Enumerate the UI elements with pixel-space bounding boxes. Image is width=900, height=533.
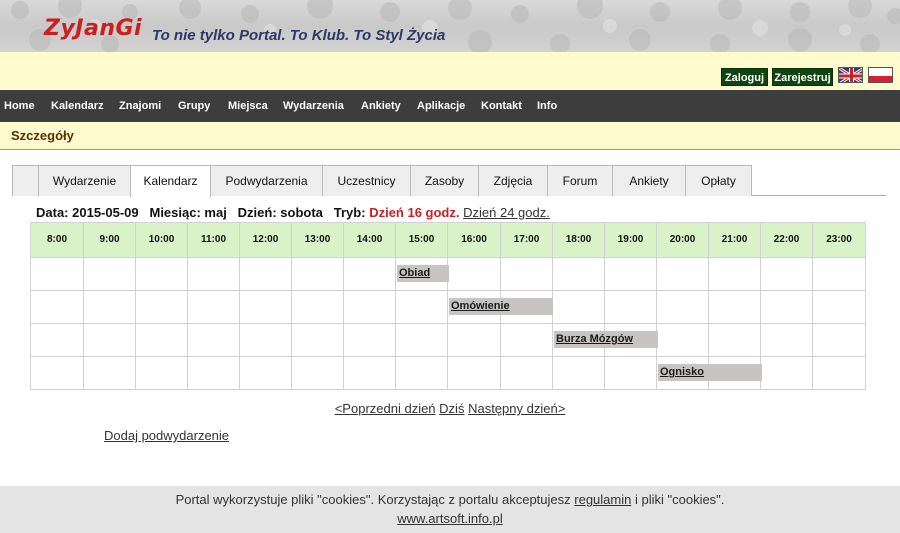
grid-line xyxy=(31,356,865,357)
nav-item-info[interactable]: Info xyxy=(537,90,557,122)
hour-header: 17:00 xyxy=(501,223,553,257)
tab-uczestnicy[interactable]: Uczestnicy xyxy=(322,165,411,196)
nav-item-kontakt[interactable]: Kontakt xyxy=(481,90,522,122)
mode-16h-selected[interactable]: Dzień 16 godz. xyxy=(369,205,459,220)
next-day-link[interactable]: Następny dzień> xyxy=(468,401,565,416)
nav-item-grupy[interactable]: Grupy xyxy=(178,90,210,122)
top-bar: Zaloguj Zarejestruj xyxy=(0,52,900,90)
day-calendar-grid: 8:00 9:00 10:00 11:00 12:00 13:00 14:00 … xyxy=(30,222,866,390)
event-burza-mozgow[interactable]: Burza Mózgów xyxy=(554,331,658,348)
day-navigation: <Poprzedni dzień Dziś Następny dzień> xyxy=(0,401,900,416)
mode-24h-link[interactable]: Dzień 24 godz. xyxy=(463,205,550,220)
tab-kalendarz[interactable]: Kalendarz xyxy=(130,165,211,197)
event-ognisko[interactable]: Ognisko xyxy=(658,364,762,381)
pl-flag-icon[interactable] xyxy=(868,67,893,83)
hour-header: 20:00 xyxy=(657,223,709,257)
nav-item-aplikacje[interactable]: Aplikacje xyxy=(417,90,465,122)
event-obiad[interactable]: Obiad xyxy=(397,265,449,282)
nav-item-miejsca[interactable]: Miejsca xyxy=(228,90,268,122)
tab-bar: Wydarzenie Kalendarz Podwydarzenia Uczes… xyxy=(12,165,886,197)
hour-header: 18:00 xyxy=(553,223,605,257)
date-value: 2015-05-09 xyxy=(72,205,139,220)
hour-header: 10:00 xyxy=(136,223,188,257)
cookies-text-end: i pliki "cookies". xyxy=(634,492,725,507)
event-omowienie[interactable]: Omówienie xyxy=(449,298,553,315)
today-link[interactable]: Dziś xyxy=(439,401,464,416)
hour-header: 9:00 xyxy=(84,223,136,257)
nav-item-home[interactable]: Home xyxy=(4,90,35,122)
grid-line xyxy=(31,323,865,324)
hour-header: 16:00 xyxy=(448,223,501,257)
add-subevent-link[interactable]: Dodaj podwydarzenie xyxy=(104,428,229,443)
cookies-text: Portal wykorzystuje pliki "cookies". Kor… xyxy=(175,492,571,507)
nav-item-ankiety[interactable]: Ankiety xyxy=(361,90,401,122)
grid-line xyxy=(31,290,865,291)
nav-item-wydarzenia[interactable]: Wydarzenia xyxy=(283,90,344,122)
tab-blank[interactable] xyxy=(12,165,39,196)
calendar-info: Data: 2015-05-09 Miesiąc: maj Dzień: sob… xyxy=(36,205,550,220)
hour-header: 22:00 xyxy=(761,223,813,257)
site-logo[interactable]: ZyJanGi xyxy=(44,16,142,41)
tab-ankiety[interactable]: Ankiety xyxy=(612,165,686,196)
nav-item-znajomi[interactable]: Znajomi xyxy=(119,90,161,122)
uk-flag-icon[interactable] xyxy=(838,67,863,83)
hour-header: 23:00 xyxy=(813,223,865,257)
previous-day-link[interactable]: <Poprzedni dzień xyxy=(335,401,436,416)
day-value: sobota xyxy=(280,205,323,220)
hour-header: 14:00 xyxy=(344,223,396,257)
login-button[interactable]: Zaloguj xyxy=(721,68,768,86)
tab-oplaty[interactable]: Opłaty xyxy=(685,165,752,196)
nav-item-kalendarz[interactable]: Kalendarz xyxy=(51,90,104,122)
terms-link[interactable]: regulamin xyxy=(574,492,631,507)
register-button[interactable]: Zarejestruj xyxy=(772,68,833,86)
tab-forum[interactable]: Forum xyxy=(547,165,613,196)
header-banner: ZyJanGi To nie tylko Portal. To Klub. To… xyxy=(0,0,900,52)
hour-header: 8:00 xyxy=(31,223,84,257)
title-bar: Szczegóły xyxy=(0,122,900,150)
page-title: Szczegóły xyxy=(11,128,74,143)
tab-zasoby[interactable]: Zasoby xyxy=(410,165,479,196)
hour-header: 21:00 xyxy=(709,223,761,257)
hour-header: 12:00 xyxy=(240,223,292,257)
mode-label: Tryb: xyxy=(333,205,366,220)
month-label: Miesiąc: xyxy=(149,205,201,220)
cookies-notice: Portal wykorzystuje pliki "cookies". Kor… xyxy=(0,492,900,507)
hour-header: 13:00 xyxy=(292,223,344,257)
site-slogan: To nie tylko Portal. To Klub. To Styl Ży… xyxy=(152,27,446,44)
tab-podwydarzenia[interactable]: Podwydarzenia xyxy=(210,165,323,196)
main-nav: Home Kalendarz Znajomi Grupy Miejsca Wyd… xyxy=(0,90,900,122)
hour-header: 15:00 xyxy=(396,223,448,257)
date-label: Data: xyxy=(36,205,69,220)
day-label: Dzień: xyxy=(237,205,277,220)
grid-line xyxy=(31,257,865,258)
hour-header: 19:00 xyxy=(605,223,657,257)
month-value: maj xyxy=(204,205,227,220)
footer: Portal wykorzystuje pliki "cookies". Kor… xyxy=(0,486,900,533)
tab-zdjecia[interactable]: Zdjęcia xyxy=(478,165,548,196)
hour-header: 11:00 xyxy=(188,223,240,257)
site-link[interactable]: www.artsoft.info.pl xyxy=(0,511,900,526)
tab-wydarzenie[interactable]: Wydarzenie xyxy=(38,165,131,196)
